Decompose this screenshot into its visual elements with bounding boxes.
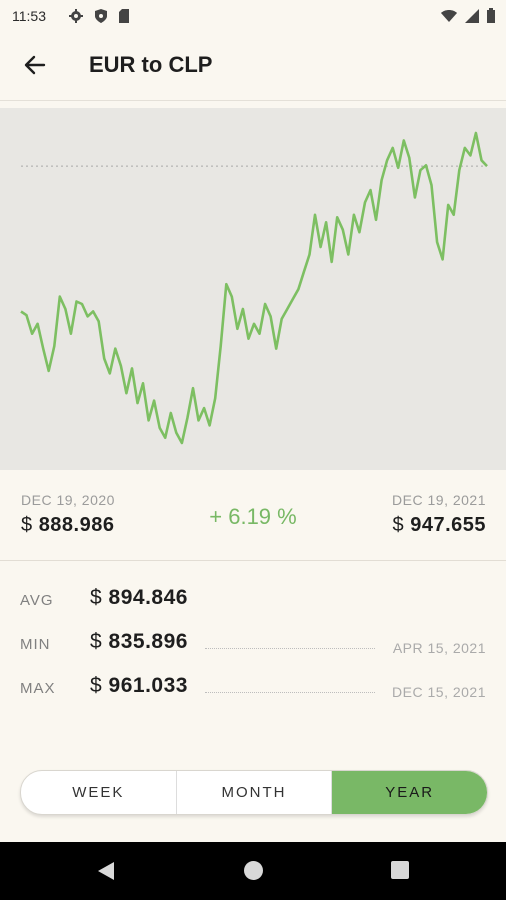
stat-name-avg: AVG <box>20 592 54 609</box>
page-title: EUR to CLP <box>89 52 213 77</box>
nav-back-icon[interactable] <box>96 860 116 882</box>
arrow-left-icon <box>24 55 46 75</box>
back-button[interactable] <box>20 50 50 80</box>
status-icons-left <box>68 8 130 24</box>
range-summary: DEC 19, 2020 $ 888.986 + 6.19 % DEC 19, … <box>0 486 506 546</box>
dotted-leader <box>205 692 375 693</box>
gear-icon <box>69 9 83 23</box>
stat-value-min: $ 835.896 <box>90 630 188 654</box>
stat-amount-max: 961.033 <box>108 674 188 697</box>
end-amount: 947.655 <box>410 514 486 536</box>
shield-icon <box>95 9 107 23</box>
end-date: DEC 19, 2021 <box>392 492 486 508</box>
wifi-icon <box>441 10 457 22</box>
stat-row-avg: AVG $ 894.846 <box>20 586 486 616</box>
battery-icon <box>487 8 495 23</box>
stat-currency-min: $ <box>90 630 103 653</box>
period-selector: WEEK MONTH YEAR <box>20 770 488 815</box>
stat-row-min: MIN $ 835.896 APR 15, 2021 <box>20 630 486 660</box>
stat-date-max: DEC 15, 2021 <box>392 684 486 700</box>
navigation-bar <box>0 842 506 900</box>
end-currency: $ <box>392 514 405 536</box>
stat-row-max: MAX $ 961.033 DEC 15, 2021 <box>20 674 486 704</box>
chart-svg <box>20 131 488 445</box>
end-value: $ 947.655 <box>393 514 486 537</box>
stat-currency-max: $ <box>90 674 103 697</box>
stat-name-max: MAX <box>20 680 56 697</box>
stat-currency-avg: $ <box>90 586 103 609</box>
app-bar: EUR to CLP <box>0 32 506 101</box>
period-year-button[interactable]: YEAR <box>332 771 487 814</box>
stat-date-min: APR 15, 2021 <box>392 640 486 656</box>
status-bar: 11:53 <box>0 0 506 32</box>
divider <box>0 560 506 561</box>
exchange-rate-chart[interactable] <box>0 108 506 470</box>
signal-icon <box>465 9 479 23</box>
status-time: 11:53 <box>12 8 46 24</box>
stat-value-avg: $ 894.846 <box>90 586 188 610</box>
stat-amount-avg: 894.846 <box>108 586 188 609</box>
nav-recents-icon[interactable] <box>390 860 410 880</box>
dotted-leader <box>205 648 375 649</box>
period-month-button[interactable]: MONTH <box>177 771 333 814</box>
stat-name-min: MIN <box>20 636 51 653</box>
nav-home-icon[interactable] <box>243 860 264 881</box>
stat-value-max: $ 961.033 <box>90 674 188 698</box>
price-line <box>20 131 488 445</box>
stat-amount-min: 835.896 <box>108 630 188 653</box>
period-week-button[interactable]: WEEK <box>21 771 177 814</box>
status-icons-right <box>440 8 496 24</box>
sd-card-icon <box>119 9 129 23</box>
